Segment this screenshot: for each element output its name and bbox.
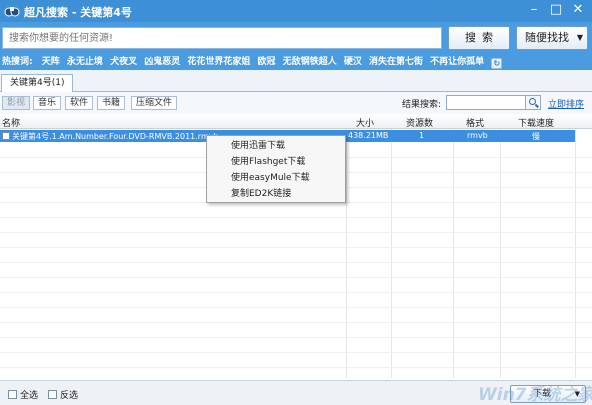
invert-checkbox[interactable] <box>48 390 57 399</box>
filter-archives[interactable]: 压缩文件 <box>131 96 178 110</box>
hotword-link[interactable]: 花花世界花家姐 <box>187 57 250 67</box>
filter-music[interactable]: 音乐 <box>33 96 62 110</box>
refresh-icon[interactable]: ↻ <box>491 58 503 69</box>
filter-row: 影视 音乐 软件 书籍 压缩文件 结果搜索: 立即排序 <box>0 92 592 114</box>
filter-software[interactable]: 软件 <box>65 96 94 110</box>
hotword-link[interactable]: 消失在第七街 <box>369 57 423 67</box>
search-icon[interactable] <box>525 95 541 110</box>
download-button[interactable]: 下载 ▼ <box>510 385 586 403</box>
search-band: 搜索 随便找找 ▼ 热搜词: 天阵 永无止境 犬夜叉 凶鬼恶灵 花花世界花家姐 … <box>0 22 592 70</box>
random-find-button[interactable]: 随便找找 ▼ <box>516 26 588 50</box>
menu-item-flashget[interactable]: 使用Flashget下载 <box>231 155 341 169</box>
random-find-label: 随便找找 <box>525 31 569 44</box>
table-header: 名称 大小 资源数 格式 下载速度 <box>0 114 592 129</box>
row-checkbox[interactable] <box>2 132 10 140</box>
result-search-label: 结果搜索: <box>402 100 442 110</box>
chevron-down-icon: ▼ <box>576 33 583 42</box>
column-sources[interactable]: 资源数 <box>406 116 433 129</box>
hotword-link[interactable]: 无敌钢铁超人 <box>283 57 337 67</box>
hotword-link[interactable]: 不再让你孤单 <box>430 57 484 67</box>
window-title: 超凡搜索 - 关键第4号 <box>24 6 132 19</box>
menu-item-easymule[interactable]: 使用easyMule下载 <box>231 171 341 185</box>
column-format[interactable]: 格式 <box>466 116 484 129</box>
row-size: 438.21MB <box>348 131 389 140</box>
hotword-link[interactable]: 硬汉 <box>344 57 362 67</box>
tab-result[interactable]: 关键第4号(1) <box>1 74 74 92</box>
menu-item-copy-ed2k[interactable]: 复制ED2K链接 <box>231 187 341 201</box>
hotword-link[interactable]: 欧冠 <box>258 57 276 67</box>
column-size[interactable]: 大小 <box>356 116 374 129</box>
tab-strip: 关键第4号(1) <box>0 70 592 92</box>
column-speed[interactable]: 下载速度 <box>518 116 554 129</box>
search-input[interactable] <box>2 27 442 49</box>
menu-item-thunder[interactable]: 使用迅雷下载 <box>231 139 341 153</box>
app-logo-icon <box>4 7 20 17</box>
hotwords-label: 热搜词: <box>2 57 33 67</box>
column-name[interactable]: 名称 <box>2 116 20 129</box>
result-search-input[interactable] <box>446 95 526 110</box>
hotwords-bar: 热搜词: 天阵 永无止境 犬夜叉 凶鬼恶灵 花花世界花家姐 欧冠 无敌钢铁超人 … <box>0 54 592 70</box>
filter-video[interactable]: 影视 <box>2 96 31 110</box>
bottom-bar: 全选 反选 下载 ▼ <box>0 380 592 405</box>
hotword-link[interactable]: 永无止境 <box>67 57 103 67</box>
hotword-link[interactable]: 犬夜叉 <box>110 57 137 67</box>
row-format: rmvb <box>467 131 488 140</box>
window-controls: – □ ✕ <box>526 2 586 18</box>
invert-label[interactable]: 反选 <box>60 388 78 401</box>
hotword-link[interactable]: 天阵 <box>42 57 60 67</box>
search-button[interactable]: 搜索 <box>448 26 510 50</box>
select-all-label[interactable]: 全选 <box>20 388 38 401</box>
minimize-icon[interactable]: – <box>526 2 542 18</box>
select-all-checkbox[interactable] <box>8 390 17 399</box>
close-icon[interactable]: ✕ <box>570 2 586 18</box>
sort-now-link[interactable]: 立即排序 <box>548 97 584 110</box>
title-bar: 超凡搜索 - 关键第4号 – □ ✕ <box>0 0 592 22</box>
context-menu: 使用迅雷下载 使用Flashget下载 使用easyMule下载 复制ED2K链… <box>206 135 346 203</box>
row-speed: 慢 <box>532 132 540 141</box>
maximize-icon[interactable]: □ <box>548 2 564 18</box>
row-name: 关键第4号.1.Am.Number.Four.DVD-RMVB.2011.rmv… <box>12 132 219 141</box>
row-sources: 1 <box>419 131 425 140</box>
chevron-down-icon: ▼ <box>574 390 580 398</box>
download-button-label: 下载 <box>533 389 552 399</box>
filter-books[interactable]: 书籍 <box>97 96 126 110</box>
hotword-link[interactable]: 凶鬼恶灵 <box>144 57 180 67</box>
